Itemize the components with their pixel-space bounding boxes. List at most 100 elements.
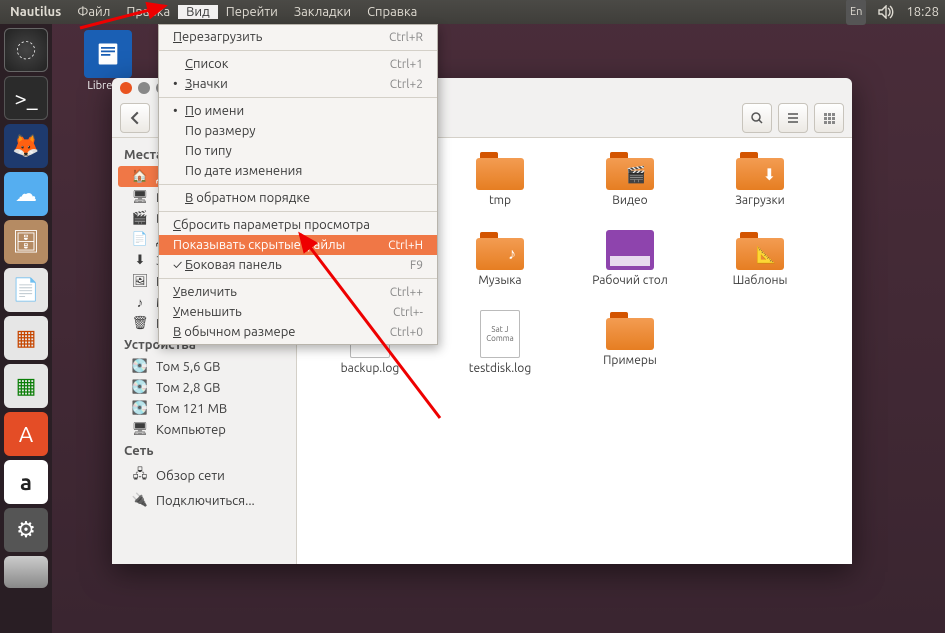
- folder-icon: 📐: [736, 230, 784, 270]
- menu-item[interactable]: По типу: [159, 141, 437, 161]
- launcher-cloud[interactable]: ☁: [4, 172, 48, 216]
- computer-icon: 🖥: [132, 422, 148, 437]
- menu-item[interactable]: ПерезагрузитьCtrl+R: [159, 27, 437, 47]
- launcher-impress[interactable]: ▦: [4, 316, 48, 360]
- drive-icon: 💽: [132, 401, 148, 416]
- doc-icon: 📄: [132, 232, 148, 247]
- item-label: Видео: [612, 194, 647, 207]
- launcher-stack[interactable]: [4, 556, 48, 588]
- download-icon: ⬇: [132, 253, 148, 268]
- menu-item[interactable]: По размеру: [159, 121, 437, 141]
- view-grid-button[interactable]: [814, 103, 844, 133]
- search-button[interactable]: [742, 103, 772, 133]
- folder-item[interactable]: 🎬 Видео: [565, 150, 695, 230]
- menu-Закладки[interactable]: Закладки: [286, 5, 359, 19]
- network-icon: 🖧: [132, 465, 148, 487]
- minimize-button[interactable]: [138, 82, 150, 94]
- menu-item-label: По размеру: [185, 124, 423, 138]
- sidebar-item-label: Обзор сети: [156, 469, 225, 483]
- menu-item-label: Значки: [185, 77, 390, 91]
- shortcut-label: Ctrl+2: [390, 78, 423, 91]
- sound-icon[interactable]: [872, 0, 900, 24]
- annotation-arrow: [290, 228, 460, 431]
- folder-icon: [606, 230, 654, 270]
- folder-item[interactable]: 📐 Шаблоны: [695, 230, 825, 310]
- close-button[interactable]: [120, 82, 132, 94]
- drive-icon: 💽: [132, 359, 148, 374]
- view-list-button[interactable]: [778, 103, 808, 133]
- launcher-amz[interactable]: a: [4, 460, 48, 504]
- document-icon: [84, 30, 132, 78]
- sidebar-item[interactable]: 🖧 Обзор сети: [112, 462, 296, 490]
- folder-icon: 🎬: [606, 150, 654, 190]
- radio-icon: •: [173, 77, 185, 91]
- folder-icon: [476, 150, 524, 190]
- sidebar-item[interactable]: 💽 Том 121 MB: [112, 398, 296, 419]
- check-icon: ✓: [173, 258, 185, 272]
- menu-Справка[interactable]: Справка: [359, 5, 425, 19]
- launcher-soft[interactable]: A: [4, 412, 48, 456]
- video-icon: 🎬: [132, 211, 148, 226]
- sidebar-item-label: Том 5,6 GB: [156, 360, 220, 374]
- launcher-calc[interactable]: ▦: [4, 364, 48, 408]
- sidebar-item-label: Том 2,8 GB: [156, 381, 220, 395]
- app-name: Nautilus: [0, 5, 69, 19]
- menu-item-label: По имени: [185, 104, 423, 118]
- sidebar-item[interactable]: 💽 Том 2,8 GB: [112, 377, 296, 398]
- menu-Вид[interactable]: Вид: [178, 5, 218, 19]
- item-label: Шаблоны: [733, 274, 788, 287]
- launcher-ff[interactable]: 🦊: [4, 124, 48, 168]
- folder-item[interactable]: Рабочий стол: [565, 230, 695, 310]
- music-icon: ♪: [132, 295, 148, 310]
- file-icon: Sat JComma: [480, 310, 520, 358]
- shortcut-label: Ctrl+1: [390, 58, 423, 71]
- sidebar-item-label: Том 121 MB: [156, 402, 227, 416]
- sidebar-item[interactable]: 🔌 Подключиться...: [112, 490, 296, 511]
- connect-icon: 🔌: [132, 493, 148, 508]
- menu-Перейти[interactable]: Перейти: [218, 5, 286, 19]
- folder-item[interactable]: Примеры: [565, 310, 695, 390]
- item-label: Рабочий стол: [592, 274, 668, 287]
- item-label: Музыка: [478, 274, 521, 287]
- sidebar-item-label: Компьютер: [156, 423, 226, 437]
- sidebar-item-label: Подключиться...: [156, 494, 255, 508]
- item-label: testdisk.log: [469, 362, 531, 375]
- clock[interactable]: 18:28: [900, 0, 945, 24]
- image-icon: 🖼: [132, 274, 148, 289]
- menu-item[interactable]: СписокCtrl+1: [159, 54, 437, 74]
- shortcut-label: Ctrl+R: [389, 31, 423, 44]
- radio-icon: •: [173, 104, 185, 118]
- menu-item[interactable]: По дате изменения: [159, 161, 437, 181]
- menu-item-label: Перезагрузить: [173, 30, 389, 44]
- unity-launcher: ◌>_🦊☁🗄📄▦▦Aa⚙: [0, 24, 52, 633]
- desktop-icon: 🖥: [132, 190, 148, 205]
- sidebar-heading-network: Сеть: [112, 440, 296, 462]
- menu-item[interactable]: •По имени: [159, 101, 437, 121]
- item-label: Загрузки: [735, 194, 785, 207]
- folder-icon: ⬇: [736, 150, 784, 190]
- menu-item-label: По дате изменения: [185, 164, 423, 178]
- menu-item-label: По типу: [185, 144, 423, 158]
- home-icon: 🏠: [132, 169, 148, 184]
- trash-icon: 🗑: [132, 316, 148, 331]
- launcher-files[interactable]: 🗄: [4, 220, 48, 264]
- folder-item[interactable]: ⬇ Загрузки: [695, 150, 825, 230]
- folder-item[interactable]: tmp: [435, 150, 565, 230]
- menu-item[interactable]: В обратном порядке: [159, 188, 437, 208]
- drive-icon: 💽: [132, 380, 148, 395]
- annotation-arrow: [70, 0, 180, 33]
- menu-item-label: В обратном порядке: [185, 191, 423, 205]
- launcher-dash[interactable]: ◌: [4, 28, 48, 72]
- folder-icon: [606, 310, 654, 350]
- item-label: tmp: [489, 194, 511, 207]
- menu-item[interactable]: •ЗначкиCtrl+2: [159, 74, 437, 94]
- sidebar-item[interactable]: 💽 Том 5,6 GB: [112, 356, 296, 377]
- launcher-settings[interactable]: ⚙: [4, 508, 48, 552]
- launcher-writer[interactable]: 📄: [4, 268, 48, 312]
- back-button[interactable]: [120, 103, 150, 133]
- menu-item-label: Список: [185, 57, 390, 71]
- launcher-term[interactable]: >_: [4, 76, 48, 120]
- item-label: Примеры: [603, 354, 657, 367]
- lang-indicator[interactable]: En: [840, 0, 872, 24]
- sidebar-item[interactable]: 🖥 Компьютер: [112, 419, 296, 440]
